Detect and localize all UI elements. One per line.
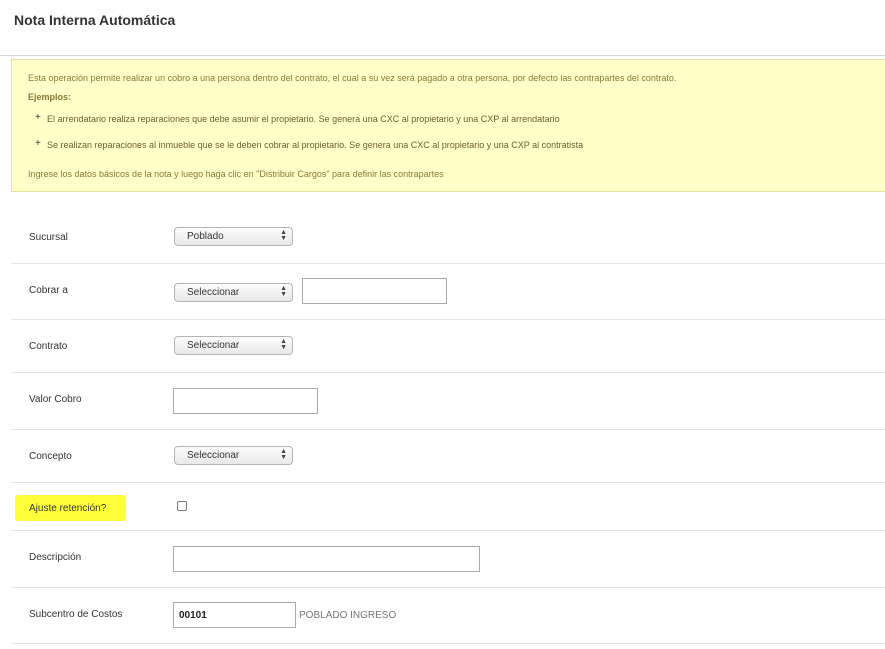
chevron-up-down-icon: ▲ ▼: [280, 448, 287, 461]
nota-interna-page: Nota Interna Automática Esta operación p…: [0, 0, 885, 649]
concepto-label: Concepto: [29, 451, 72, 462]
form-row-cobrar-a: Cobrar a Seleccionar ▲ ▼: [11, 264, 885, 320]
page-header: Nota Interna Automática: [0, 0, 885, 56]
chevron-up-down-icon: ▲ ▼: [280, 229, 287, 242]
sucursal-select[interactable]: Poblado ▲ ▼: [174, 227, 293, 246]
info-example-text: Se realizan reparaciones al inmueble que…: [47, 140, 584, 150]
form-row-concepto: Concepto Seleccionar ▲ ▼: [11, 430, 885, 483]
concepto-select-value: Seleccionar: [187, 450, 240, 461]
sucursal-select-value: Poblado: [187, 231, 224, 242]
chevron-up-down-icon: ▲ ▼: [280, 338, 287, 351]
form-row-valor-cobro: Valor Cobro: [11, 373, 885, 430]
form-row-descripcion: Descripción: [11, 531, 885, 588]
contrato-select[interactable]: Seleccionar ▲ ▼: [174, 336, 293, 355]
descripcion-input[interactable]: [173, 546, 480, 572]
subcentro-input[interactable]: 00101: [173, 602, 296, 628]
form-row-contrato: Contrato Seleccionar ▲ ▼: [11, 320, 885, 373]
descripcion-label: Descripción: [29, 552, 82, 563]
plus-icon: +: [35, 138, 41, 149]
info-footer: Ingrese los datos básicos de la nota y l…: [28, 169, 444, 179]
nota-form: Sucursal Poblado ▲ ▼ Cobrar a Seleccionar…: [11, 210, 885, 644]
info-example-text: El arrendatario realiza reparaciones que…: [47, 114, 560, 124]
chevron-up-down-icon: ▲ ▼: [280, 285, 287, 298]
plus-icon: +: [35, 112, 41, 123]
info-intro: Esta operación permite realizar un cobro…: [28, 73, 677, 83]
info-examples-label: Ejemplos:: [28, 92, 72, 102]
valor-cobro-label: Valor Cobro: [29, 394, 82, 405]
cobrar-a-label: Cobrar a: [29, 285, 68, 296]
cobrar-a-input[interactable]: [302, 278, 447, 304]
ajuste-retencion-label: Ajuste retención?: [29, 503, 107, 514]
page-title: Nota Interna Automática: [14, 12, 176, 28]
info-box: Esta operación permite realizar un cobro…: [11, 59, 885, 192]
subcentro-label: Subcentro de Costos: [29, 609, 123, 620]
form-row-sucursal: Sucursal Poblado ▲ ▼: [11, 210, 885, 264]
info-example-item: + Se realizan reparaciones al inmueble q…: [28, 138, 869, 151]
concepto-select[interactable]: Seleccionar ▲ ▼: [174, 446, 293, 465]
info-example-item: + El arrendatario realiza reparaciones q…: [28, 112, 869, 125]
ajuste-retencion-checkbox[interactable]: [177, 501, 187, 511]
sucursal-label: Sucursal: [29, 232, 68, 243]
form-row-ajuste-retencion: Ajuste retención?: [11, 483, 885, 531]
subcentro-description: POBLADO INGRESO: [299, 610, 397, 621]
form-row-subcentro: Subcentro de Costos 00101 POBLADO INGRES…: [11, 588, 885, 644]
cobrar-a-select-value: Seleccionar: [187, 287, 240, 298]
contrato-label: Contrato: [29, 341, 68, 352]
valor-cobro-input[interactable]: [173, 388, 318, 414]
contrato-select-value: Seleccionar: [187, 340, 240, 351]
cobrar-a-select[interactable]: Seleccionar ▲ ▼: [174, 283, 293, 302]
